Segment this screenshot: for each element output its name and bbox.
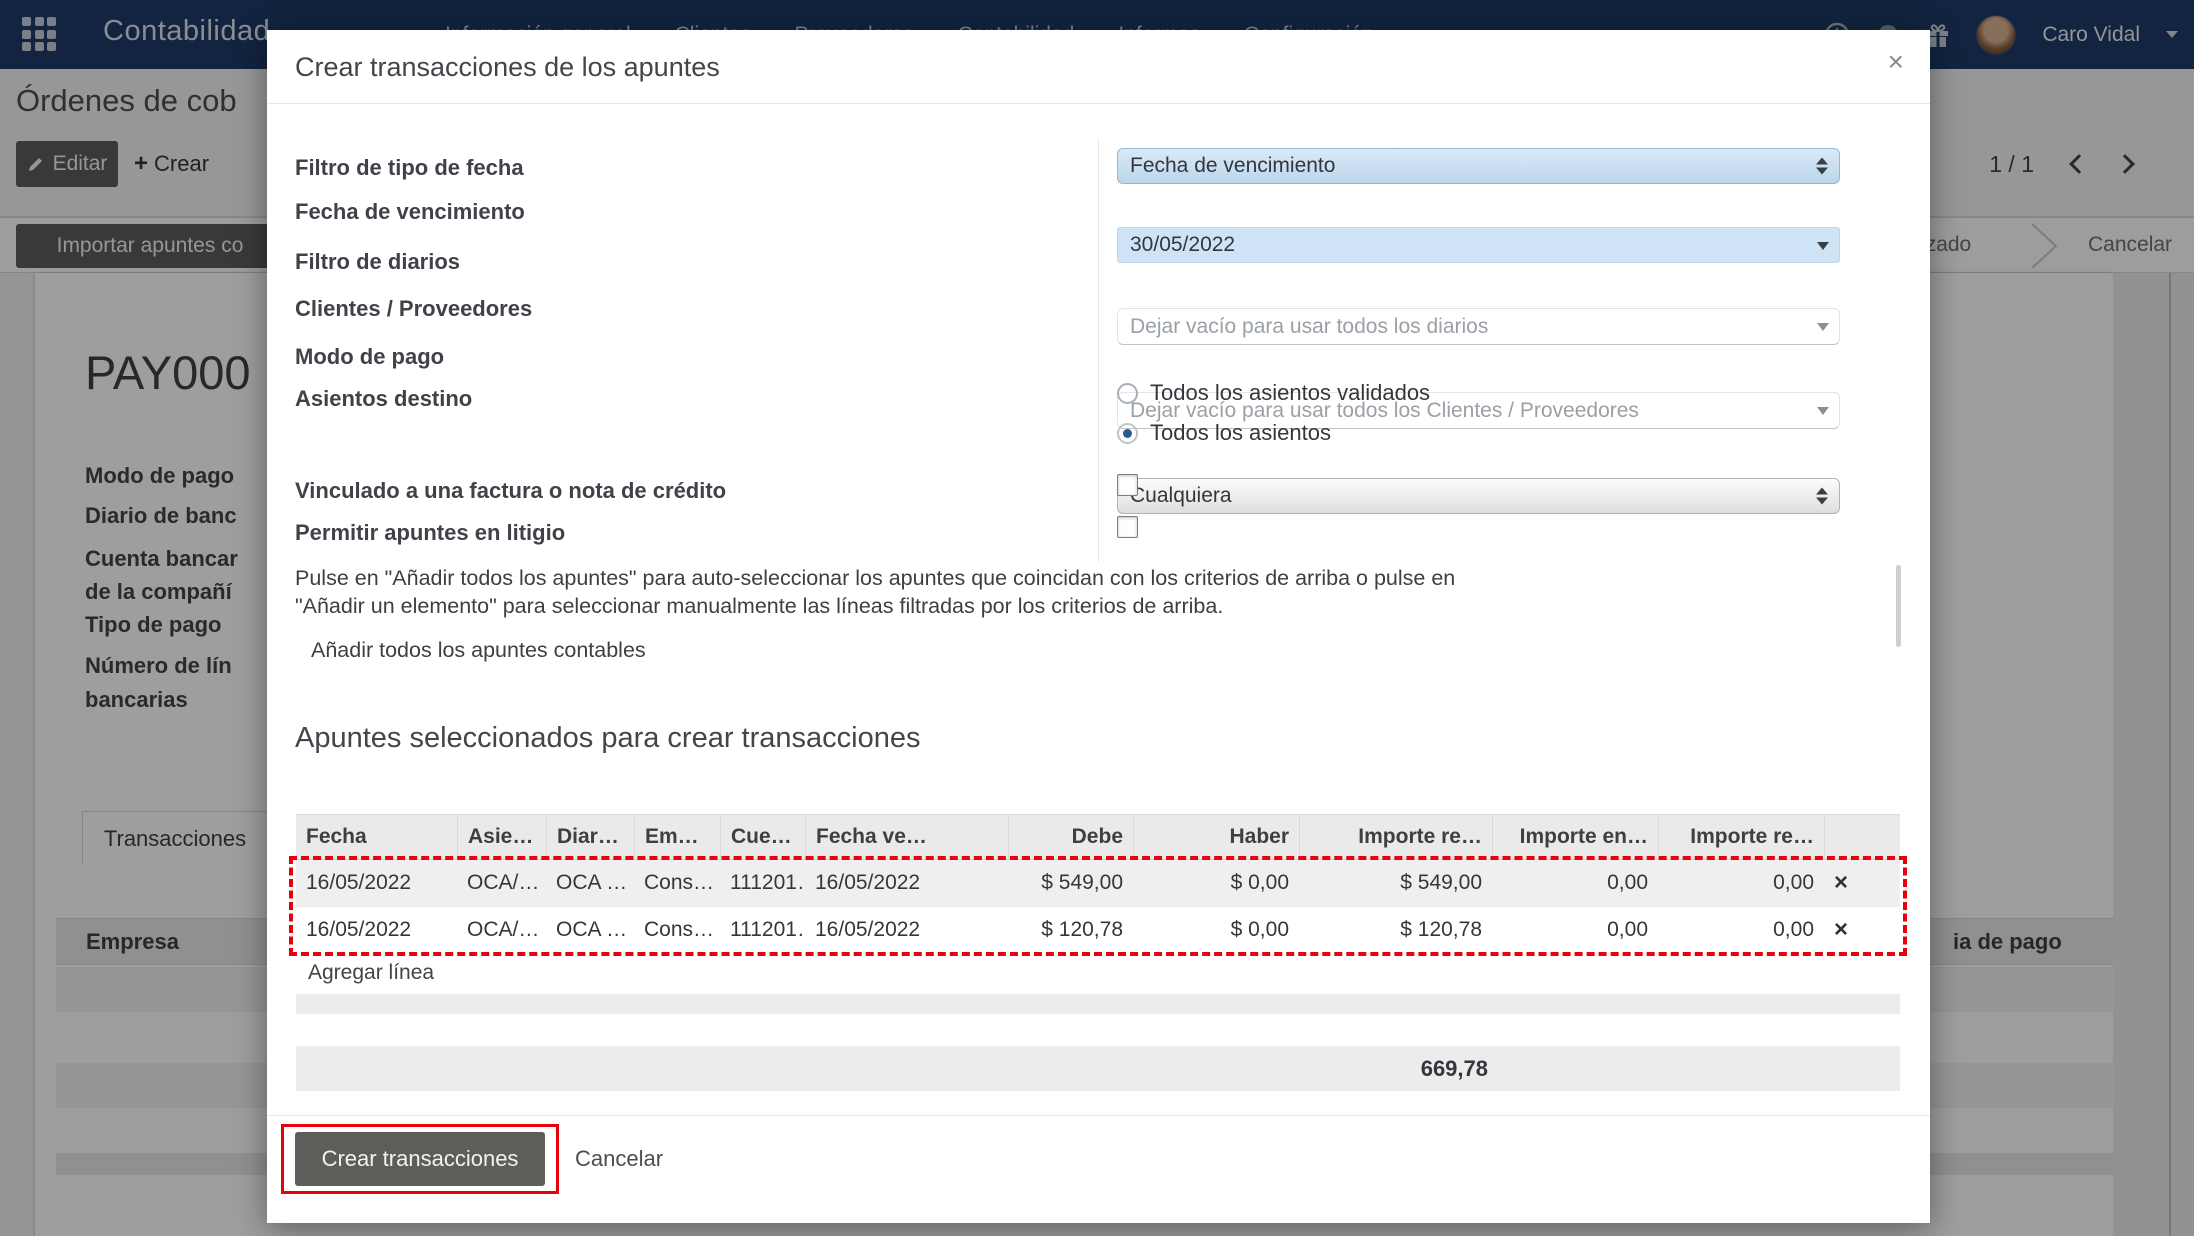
label-filtro-tipo-fecha: Filtro de tipo de fecha [295, 155, 524, 181]
selected-entries-table: Fecha Asie… Diar… Em… Cue… Fecha ve… Deb… [296, 814, 1900, 1014]
col-actions [1824, 815, 1900, 859]
cell-importe-re[interactable]: 0,00 [1658, 918, 1824, 942]
label-clientes-proveedores: Clientes / Proveedores [295, 296, 532, 322]
cell-empresa[interactable]: Cons… [634, 871, 720, 895]
journal-filter-input[interactable] [1118, 309, 1839, 344]
table-filler [296, 994, 1900, 1014]
create-transactions-button[interactable]: Crear transacciones [295, 1132, 545, 1186]
create-transactions-dialog: Crear transacciones de los apuntes × Fil… [267, 30, 1930, 1223]
radio-option-all[interactable]: Todos los asientos [1117, 420, 1331, 446]
delete-row-icon[interactable]: × [1834, 871, 1848, 895]
cell-haber[interactable]: $ 0,00 [1133, 918, 1299, 942]
cell-asiento[interactable]: OCA/… [457, 871, 546, 895]
date-type-select[interactable]: Fecha de vencimiento [1117, 148, 1840, 184]
select-spinner-icon [1816, 488, 1828, 505]
partner-dropdown-caret-icon[interactable] [1817, 407, 1829, 415]
label-filtro-diarios: Filtro de diarios [295, 249, 460, 275]
cell-asiento[interactable]: OCA/… [457, 918, 546, 942]
add-line-link[interactable]: Agregar línea [296, 952, 1900, 994]
cell-diario[interactable]: OCA … [546, 918, 634, 942]
help-text-line2: "Añadir un elemento" para seleccionar ma… [295, 592, 1865, 620]
col-empresa[interactable]: Em… [634, 815, 720, 859]
litigation-checkbox[interactable] [1117, 516, 1138, 538]
payment-mode-value: Cualquiera [1130, 484, 1232, 508]
close-icon[interactable]: × [1888, 48, 1904, 76]
form-column-divider [1098, 138, 1099, 562]
label-permitir-litigio: Permitir apuntes en litigio [295, 520, 565, 546]
radio-unchecked-icon[interactable] [1117, 383, 1138, 404]
radio-option-validated[interactable]: Todos los asientos validados [1117, 380, 1430, 406]
date-dropdown-caret-icon[interactable] [1817, 242, 1829, 250]
cell-fecha[interactable]: 16/05/2022 [296, 871, 457, 895]
cell-importe-en[interactable]: 0,00 [1492, 871, 1658, 895]
dialog-scrollbar-thumb[interactable] [1896, 565, 1901, 647]
col-haber[interactable]: Haber [1133, 815, 1299, 859]
cell-importe-residual[interactable]: $ 549,00 [1299, 871, 1492, 895]
delete-row-icon[interactable]: × [1834, 918, 1848, 942]
col-importe-re[interactable]: Importe re… [1658, 815, 1824, 859]
radio-checked-icon[interactable] [1117, 423, 1138, 444]
col-cuenta[interactable]: Cue… [720, 815, 805, 859]
cell-importe-residual[interactable]: $ 120,78 [1299, 918, 1492, 942]
cell-diario[interactable]: OCA … [546, 871, 634, 895]
cell-fecha-vencimiento[interactable]: 16/05/2022 [805, 871, 1008, 895]
due-date-field [1117, 227, 1840, 263]
dialog-header: Crear transacciones de los apuntes × [267, 30, 1930, 104]
label-asientos-destino: Asientos destino [295, 386, 472, 412]
cell-debe[interactable]: $ 549,00 [1008, 871, 1133, 895]
cell-cuenta[interactable]: 111201… [720, 918, 805, 942]
col-diario[interactable]: Diar… [546, 815, 634, 859]
col-importe-residual[interactable]: Importe re… [1299, 815, 1492, 859]
select-spinner-icon [1816, 158, 1828, 175]
journal-dropdown-caret-icon[interactable] [1817, 323, 1829, 331]
cell-fecha-vencimiento[interactable]: 16/05/2022 [805, 918, 1008, 942]
journal-filter-field [1117, 308, 1840, 345]
selected-entries-heading: Apuntes seleccionados para crear transac… [295, 722, 920, 755]
cell-debe[interactable]: $ 120,78 [1008, 918, 1133, 942]
payment-mode-select[interactable]: Cualquiera [1117, 478, 1840, 514]
total-amount: 669,78 [296, 1056, 1900, 1082]
cell-empresa[interactable]: Cons… [634, 918, 720, 942]
cell-importe-en[interactable]: 0,00 [1492, 918, 1658, 942]
label-fecha-vencimiento: Fecha de vencimiento [295, 199, 525, 225]
due-date-input[interactable] [1118, 228, 1839, 262]
invoice-checkbox[interactable] [1117, 474, 1138, 496]
col-importe-en[interactable]: Importe en… [1492, 815, 1658, 859]
cancel-button[interactable]: Cancelar [575, 1132, 663, 1186]
col-asiento[interactable]: Asie… [457, 815, 546, 859]
date-type-value: Fecha de vencimiento [1130, 154, 1335, 178]
label-vinculado-factura: Vinculado a una factura o nota de crédit… [295, 478, 726, 504]
cell-cuenta[interactable]: 111201… [720, 871, 805, 895]
cell-haber[interactable]: $ 0,00 [1133, 871, 1299, 895]
label-modo-de-pago: Modo de pago [295, 344, 444, 370]
col-fecha[interactable]: Fecha [296, 815, 457, 859]
table-row[interactable]: 16/05/2022 OCA/… OCA … Cons… 111201… 16/… [296, 906, 1900, 952]
cell-fecha[interactable]: 16/05/2022 [296, 918, 457, 942]
col-debe[interactable]: Debe [1008, 815, 1133, 859]
add-all-entries-link[interactable]: Añadir todos los apuntes contables [311, 638, 646, 663]
table-row[interactable]: 16/05/2022 OCA/… OCA … Cons… 111201… 16/… [296, 860, 1900, 906]
table-header-row: Fecha Asie… Diar… Em… Cue… Fecha ve… Deb… [296, 814, 1900, 860]
col-fecha-vencimiento[interactable]: Fecha ve… [805, 815, 1008, 859]
cell-importe-re[interactable]: 0,00 [1658, 871, 1824, 895]
total-row: 669,78 [296, 1046, 1900, 1091]
dialog-title: Crear transacciones de los apuntes [295, 52, 720, 83]
help-text-line1: Pulse en "Añadir todos los apuntes" para… [295, 564, 1865, 592]
footer-divider [267, 1115, 1930, 1116]
